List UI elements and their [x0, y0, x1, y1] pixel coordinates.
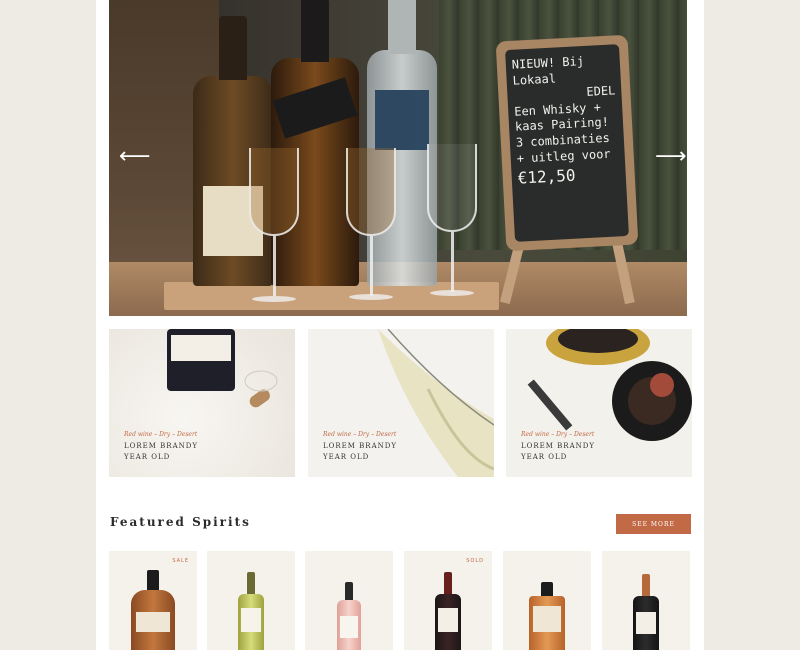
product-card[interactable] — [305, 551, 393, 650]
promo-subtitle: Year Old — [323, 453, 370, 461]
chalkboard: NIEUW! Bij Lokaal EDEL Een Whisky + kaas… — [495, 34, 639, 252]
product-bottle-image — [633, 574, 659, 650]
promo-subtitle: Year Old — [124, 453, 171, 461]
product-card[interactable] — [602, 551, 690, 650]
promo-card[interactable]: Red wine – Dry – Desert Lorem Brandy Yea… — [506, 329, 692, 477]
chalkboard-text: NIEUW! Bij Lokaal EDEL Een Whisky + kaas… — [505, 44, 629, 242]
featured-spirits-heading: Featured Spirits — [110, 515, 251, 529]
product-badge: SOLD — [466, 558, 484, 564]
product-bottle-image — [529, 582, 565, 650]
promo-tag: Red wine – Dry – Desert — [323, 431, 397, 438]
product-bottle-image — [337, 582, 361, 650]
promo-card[interactable]: Red wine – Dry – Desert Lorem Brandy Yea… — [308, 329, 494, 477]
slider-prev-arrow-icon[interactable]: ⟵ — [119, 146, 151, 168]
promo-subtitle: Year Old — [521, 453, 568, 461]
promo-tag: Red wine – Dry – Desert — [124, 431, 198, 438]
product-bottle-image — [238, 572, 264, 650]
product-bottle-image — [435, 572, 461, 650]
product-badge: SALE — [172, 558, 189, 564]
promo-title: Lorem Brandy — [124, 442, 198, 450]
product-card[interactable] — [503, 551, 591, 650]
product-card[interactable] — [207, 551, 295, 650]
hero-slider: NIEUW! Bij Lokaal EDEL Een Whisky + kaas… — [109, 0, 687, 316]
slider-next-arrow-icon[interactable]: ⟶ — [655, 146, 687, 168]
product-bottle-image — [131, 570, 175, 650]
product-card[interactable]: SALE — [109, 551, 197, 650]
promo-title: Lorem Brandy — [521, 442, 595, 450]
chalkboard-price: €12,50 — [517, 165, 576, 188]
promo-card[interactable]: Red wine – Dry – Desert Lorem Brandy Yea… — [109, 329, 295, 477]
hero-tray — [164, 282, 499, 310]
page: NIEUW! Bij Lokaal EDEL Een Whisky + kaas… — [96, 0, 704, 650]
promo-tag: Red wine – Dry – Desert — [521, 431, 595, 438]
promo-title: Lorem Brandy — [323, 442, 397, 450]
product-card[interactable]: SOLD — [404, 551, 492, 650]
see-more-button[interactable]: See more — [616, 514, 691, 534]
